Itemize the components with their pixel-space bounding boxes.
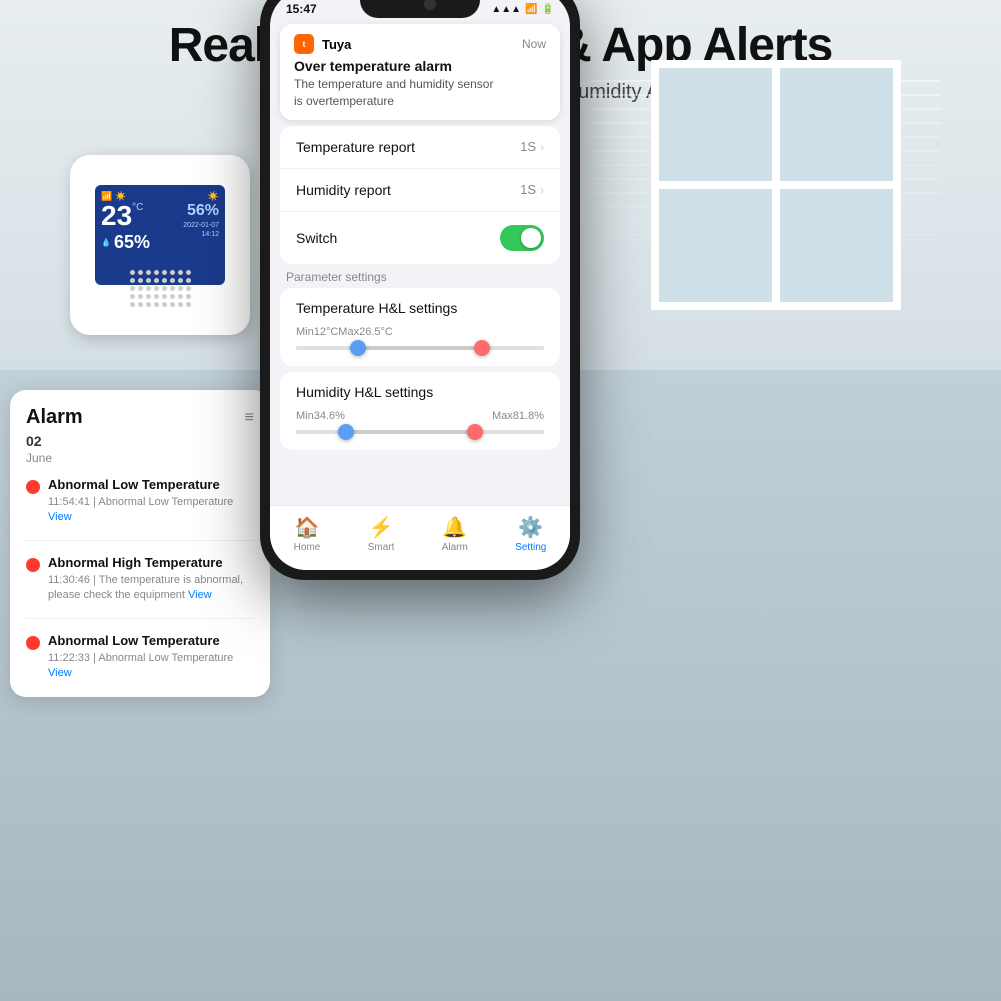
- alarm-content-2: Abnormal High Temperature 11:30:46 | The…: [48, 555, 254, 604]
- device-date: 2022-01-07: [183, 222, 219, 229]
- sun-humidity: 56%: [183, 202, 219, 220]
- chevron-icon-2: ›: [540, 183, 544, 197]
- temp-hl-title: Temperature H&L settings: [296, 300, 544, 316]
- alarm-view-link-3[interactable]: View: [48, 667, 72, 679]
- settings-item-temp-report[interactable]: Temperature report 1S ›: [280, 126, 560, 169]
- notif-time: Now: [522, 37, 546, 51]
- switch-toggle[interactable]: [500, 225, 544, 251]
- temp-range-track: [296, 346, 544, 350]
- alarm-icon: 🔔: [442, 515, 467, 540]
- alarm-content-3: Abnormal Low Temperature 11:22:33 | Abno…: [48, 633, 254, 682]
- nav-alarm-label: Alarm: [442, 542, 468, 553]
- nav-smart-label: Smart: [368, 542, 395, 553]
- alarm-item-desc-3: 11:22:33 | Abnormal Low Temperature View: [48, 651, 254, 682]
- chevron-icon: ›: [540, 140, 544, 154]
- param-section: Parameter settings Temperature H&L setti…: [280, 270, 560, 450]
- humidity-max-label: Max81.8%: [492, 410, 544, 422]
- setting-icon: ⚙️: [518, 515, 543, 540]
- notif-body: The temperature and humidity sensoris ov…: [294, 76, 546, 110]
- humidity-report-value: 1S ›: [520, 182, 544, 197]
- temp-report-value: 1S ›: [520, 139, 544, 154]
- alarm-month: June: [26, 451, 254, 465]
- device-time: 14:12: [183, 231, 219, 238]
- alarm-item-title-1: Abnormal Low Temperature: [48, 477, 254, 492]
- temp-min-thumb[interactable]: [350, 340, 366, 356]
- temp-hl-card: Temperature H&L settings Min12°CMax26.5°…: [280, 288, 560, 366]
- temp-unit: °C: [132, 202, 143, 213]
- nav-setting[interactable]: ⚙️ Setting: [515, 515, 546, 553]
- notif-app: t Tuya: [294, 34, 351, 54]
- humidity-min-label: Min34.6%: [296, 410, 345, 422]
- nav-home[interactable]: 🏠 Home: [294, 515, 321, 553]
- temp-report-label: Temperature report: [296, 139, 415, 155]
- switch-label: Switch: [296, 230, 337, 246]
- alarm-view-link-1[interactable]: View: [48, 511, 72, 523]
- phone-container: 15:47 ▲▲▲ 📶 🔋 t Tuya Now Over temperatur…: [260, 0, 590, 600]
- notif-app-name: Tuya: [322, 37, 351, 52]
- home-icon: 🏠: [295, 515, 320, 540]
- nav-home-label: Home: [294, 542, 321, 553]
- humidity-hl-card: Humidity H&L settings Min34.6% Max81.8%: [280, 372, 560, 450]
- humidity-report-label: Humidity report: [296, 182, 391, 198]
- alarm-item-title-2: Abnormal High Temperature: [48, 555, 254, 570]
- humidity-display: 65%: [114, 232, 150, 253]
- humidity-min-thumb[interactable]: [338, 424, 354, 440]
- settings-item-switch[interactable]: Switch: [280, 212, 560, 264]
- camera: [424, 0, 436, 10]
- status-icons: ▲▲▲ 📶 🔋: [491, 4, 554, 15]
- alarm-item-desc-1: 11:54:41 | Abnormal Low Temperature View: [48, 495, 254, 526]
- alarm-date: 02: [26, 433, 254, 449]
- humidity-range-track: [296, 430, 544, 434]
- alarm-dot-1: [26, 480, 40, 494]
- notif-title: Over temperature alarm: [294, 58, 546, 74]
- phone-notch: [360, 0, 480, 18]
- settings-item-humidity-report[interactable]: Humidity report 1S ›: [280, 169, 560, 212]
- alarm-header: Alarm ≡: [26, 406, 254, 429]
- alarm-view-link-2[interactable]: View: [188, 589, 212, 601]
- param-section-label: Parameter settings: [280, 270, 560, 288]
- alarm-title: Alarm: [26, 406, 83, 429]
- temp-max-thumb[interactable]: [474, 340, 490, 356]
- humidity-max-thumb[interactable]: [467, 424, 483, 440]
- alarm-item-1: Abnormal Low Temperature 11:54:41 | Abno…: [26, 477, 254, 541]
- device-body: 📶☀️ 23 °C 💧 65% ☀️ 56% 2022-01-07 14:: [70, 155, 250, 335]
- device-speaker: [130, 270, 190, 310]
- settings-list: Temperature report 1S › Humidity report …: [280, 126, 560, 264]
- phone-body: 15:47 ▲▲▲ 📶 🔋 t Tuya Now Over temperatur…: [260, 0, 580, 580]
- tuya-icon: t: [294, 34, 314, 54]
- temp-range-label: Min12°CMax26.5°C: [296, 326, 544, 338]
- phone-screen: 15:47 ▲▲▲ 📶 🔋 t Tuya Now Over temperatur…: [270, 0, 570, 570]
- humidity-hl-title: Humidity H&L settings: [296, 384, 544, 400]
- notification: t Tuya Now Over temperature alarm The te…: [280, 24, 560, 120]
- alarm-item-desc-2: 11:30:46 | The temperature is abnormal,p…: [48, 573, 254, 604]
- nav-smart[interactable]: ⚡ Smart: [368, 515, 395, 553]
- nav-alarm[interactable]: 🔔 Alarm: [442, 515, 468, 553]
- filter-icon[interactable]: ≡: [245, 409, 254, 427]
- alarm-item-3: Abnormal Low Temperature 11:22:33 | Abno…: [26, 633, 254, 682]
- alarm-panel: Alarm ≡ 02 June Abnormal Low Temperature…: [10, 390, 270, 697]
- alarm-item-title-3: Abnormal Low Temperature: [48, 633, 254, 648]
- alarm-item-2: Abnormal High Temperature 11:30:46 | The…: [26, 555, 254, 619]
- nav-setting-label: Setting: [515, 542, 546, 553]
- window-frame: [651, 60, 901, 310]
- alarm-dot-2: [26, 558, 40, 572]
- alarm-content-1: Abnormal Low Temperature 11:54:41 | Abno…: [48, 477, 254, 526]
- notif-header: t Tuya Now: [294, 34, 546, 54]
- device-container: 📶☀️ 23 °C 💧 65% ☀️ 56% 2022-01-07 14:: [70, 155, 270, 365]
- phone-bottom-nav: 🏠 Home ⚡ Smart 🔔 Alarm ⚙️ Setting: [270, 505, 570, 570]
- alarm-dot-3: [26, 636, 40, 650]
- status-time: 15:47: [286, 2, 317, 16]
- temp-display: 23: [101, 202, 132, 230]
- smart-icon: ⚡: [369, 515, 394, 540]
